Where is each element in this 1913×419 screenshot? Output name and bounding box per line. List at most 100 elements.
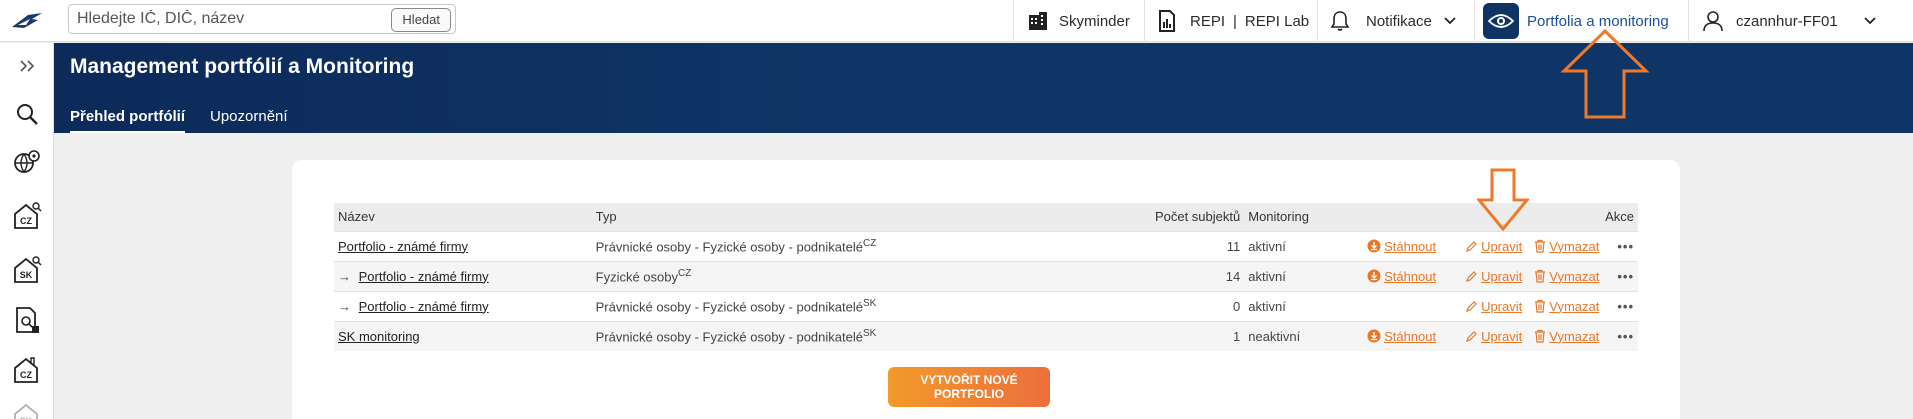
divider: [1474, 0, 1475, 42]
delete-link[interactable]: Vymazat: [1534, 269, 1599, 284]
portfolio-name-link[interactable]: Portfolio - známé firmy: [359, 299, 489, 314]
skyminder-link[interactable]: Skyminder: [1027, 0, 1130, 42]
cz-house-icon[interactable]: CZ: [12, 355, 42, 385]
portfolio-name-link[interactable]: Portfolio - známé firmy: [359, 269, 489, 284]
cz-badge: CZ: [20, 216, 32, 226]
download-slot: Stáhnout: [1367, 239, 1453, 254]
delete-link[interactable]: Vymazat: [1534, 329, 1599, 344]
annotation-down-arrow-icon: [1477, 168, 1529, 232]
page-title: Management portfólií a Monitoring: [70, 55, 415, 78]
sk-house-search-icon[interactable]: SK: [12, 255, 42, 285]
arrow-right-icon: →: [338, 298, 351, 314]
delete-label: Vymazat: [1549, 298, 1600, 314]
search-button[interactable]: Hledat: [391, 8, 451, 32]
user-menu[interactable]: czannhur-FF01: [1702, 0, 1876, 42]
download-link[interactable]: Stáhnout: [1367, 239, 1436, 254]
search-icon[interactable]: [12, 99, 42, 129]
eye-monitor-icon: [1483, 3, 1519, 39]
app-logo-icon[interactable]: [0, 0, 54, 42]
divider: [1013, 0, 1014, 42]
edit-link[interactable]: Upravit: [1465, 299, 1522, 314]
repi-label: REPI: [1190, 12, 1226, 30]
delete-link[interactable]: Vymazat: [1534, 299, 1599, 314]
edit-link[interactable]: Upravit: [1465, 239, 1522, 254]
delete-label: Vymazat: [1549, 268, 1600, 284]
pencil-icon: [1466, 270, 1477, 282]
country-code: CZ: [678, 267, 692, 279]
notifications-label: Notifikace: [1366, 12, 1432, 30]
delete-label: Vymazat: [1549, 328, 1600, 344]
document-search-icon[interactable]: [12, 305, 42, 335]
download-slot: Stáhnout: [1367, 329, 1453, 344]
sidebar: CZ SK CZ SK: [0, 43, 54, 419]
more-options-icon[interactable]: •••: [1617, 329, 1634, 344]
divider: [1317, 0, 1318, 42]
more-options-icon[interactable]: •••: [1617, 239, 1634, 254]
edit-link[interactable]: Upravit: [1465, 329, 1522, 344]
subject-count: 0: [1115, 290, 1245, 321]
username-label: czannhur-FF01: [1736, 12, 1838, 30]
portfolio-type: Právnické osoby - Fyzické osoby - podnik…: [595, 329, 863, 345]
repi-link[interactable]: REPI | REPI Lab: [1158, 0, 1309, 42]
edit-label: Upravit: [1481, 238, 1523, 254]
divider: [1688, 0, 1689, 42]
tab-alerts[interactable]: Upozornění: [210, 108, 288, 131]
cz-house-search-icon[interactable]: CZ: [12, 201, 42, 231]
cz-badge: CZ: [20, 370, 32, 380]
pencil-icon: [1466, 300, 1477, 312]
repi-lab-label[interactable]: REPI Lab: [1245, 13, 1309, 30]
portfolio-type: Právnické osoby - Fyzické osoby - podnik…: [595, 239, 863, 255]
download-label: Stáhnout: [1384, 238, 1437, 254]
download-link[interactable]: Stáhnout: [1367, 329, 1436, 344]
search-input[interactable]: [77, 8, 377, 30]
country-code: SK: [862, 297, 877, 309]
column-header-type[interactable]: Typ: [592, 203, 1116, 231]
portfolio-name-link[interactable]: Portfolio - známé firmy: [338, 239, 468, 254]
expand-sidebar-icon[interactable]: [12, 51, 42, 81]
annotation-up-arrow-icon: [1560, 28, 1650, 119]
portfolio-table: Název Typ Počet subjektů Monitoring Akce…: [334, 203, 1638, 351]
monitoring-status: aktivní: [1244, 290, 1364, 321]
table-row: Portfolio - známé firmy Právnické osoby …: [334, 230, 1638, 261]
actions-cell: Upravit Vymazat •••: [1363, 290, 1638, 321]
download-link[interactable]: Stáhnout: [1367, 269, 1436, 284]
monitoring-status: aktivní: [1244, 260, 1364, 291]
more-options-icon[interactable]: •••: [1617, 269, 1634, 284]
pencil-icon: [1466, 240, 1477, 252]
delete-label: Vymazat: [1549, 238, 1600, 254]
create-portfolio-button[interactable]: VYTVOŘIT NOVÉ PORTFOLIO: [888, 367, 1050, 407]
sk-house-icon[interactable]: SK: [12, 401, 42, 419]
column-header-name[interactable]: Název: [334, 203, 592, 231]
tab-portfolio-overview[interactable]: Přehled portfólií: [70, 108, 186, 133]
portfolio-name-cell: → Portfolio - známé firmy: [334, 290, 592, 321]
subject-count: 1: [1115, 320, 1245, 351]
notifications-menu[interactable]: Notifikace: [1330, 0, 1456, 42]
table-row: SK monitoring Právnické osoby - Fyzické …: [334, 320, 1638, 351]
portfolio-name-cell: SK monitoring: [334, 320, 592, 351]
country-code: SK: [862, 328, 877, 340]
portfolio-name-link[interactable]: SK monitoring: [338, 329, 420, 344]
monitoring-status: aktivní: [1244, 230, 1364, 261]
divider: [1144, 0, 1145, 42]
table-row: → Portfolio - známé firmy Fyzické osobyC…: [334, 260, 1638, 291]
actions-cell: Stáhnout Upravit Vymazat •••: [1363, 260, 1638, 291]
column-header-count[interactable]: Počet subjektů: [1116, 203, 1244, 231]
edit-label: Upravit: [1481, 298, 1523, 314]
portfolio-type-cell: Právnické osoby - Fyzické osoby - podnik…: [591, 320, 1116, 351]
column-header-monitoring[interactable]: Monitoring: [1244, 203, 1363, 231]
arrow-right-icon: →: [338, 268, 351, 284]
portfolio-type-cell: Právnické osoby - Fyzické osoby - podnik…: [591, 230, 1116, 261]
edit-link[interactable]: Upravit: [1465, 269, 1522, 284]
delete-link[interactable]: Vymazat: [1534, 239, 1599, 254]
download-icon: [1367, 239, 1381, 253]
download-slot: Stáhnout: [1367, 269, 1453, 284]
portfolio-name-cell: → Portfolio - známé firmy: [334, 260, 592, 291]
trash-icon: [1535, 239, 1546, 253]
building-icon: [1027, 10, 1049, 32]
more-options-icon[interactable]: •••: [1617, 299, 1634, 314]
download-label: Stáhnout: [1384, 268, 1437, 284]
user-icon: [1702, 10, 1724, 32]
actions-cell: Stáhnout Upravit Vymazat •••: [1363, 230, 1638, 261]
document-chart-icon: [1158, 10, 1176, 32]
world-companies-icon[interactable]: [12, 147, 42, 177]
